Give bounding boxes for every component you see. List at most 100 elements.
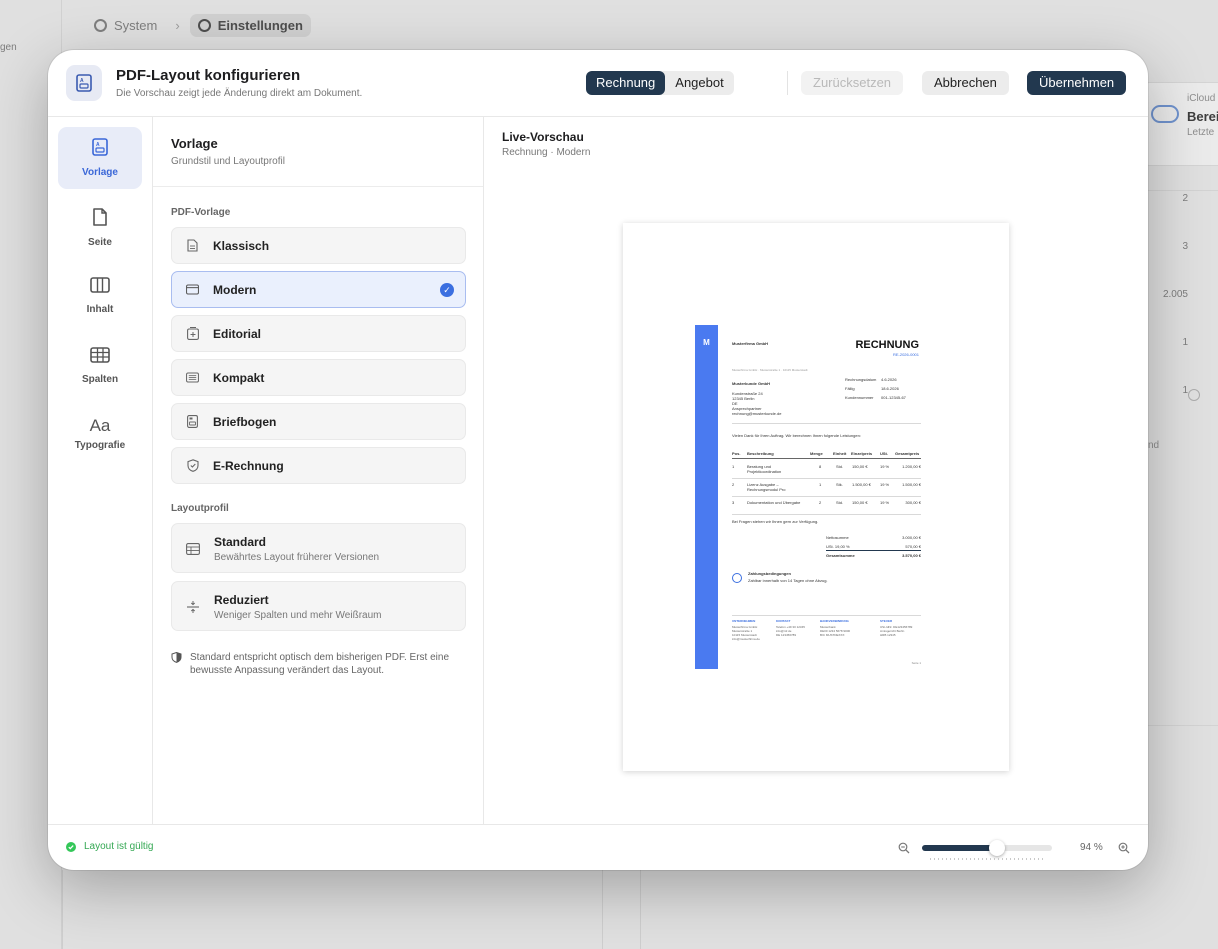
validation-status: Layout ist gültig: [66, 841, 154, 852]
template-icon: A: [92, 138, 108, 161]
total-key: Nettosumme: [826, 535, 849, 540]
doc-divider: [732, 423, 921, 424]
rail-label: Spalten: [81, 374, 119, 385]
table-header: USt.: [880, 451, 888, 456]
rail-label: Typografie: [74, 440, 126, 451]
pdf-layout-dialog: A PDF-Layout konfigurieren Die Vorschau …: [48, 50, 1148, 870]
table-cell: 300,00 €: [905, 500, 921, 505]
cancel-button[interactable]: Abbrechen: [922, 71, 1009, 95]
template-option-modern[interactable]: Modern ✓: [171, 271, 466, 308]
pdf-layout-icon: A: [66, 65, 102, 101]
table-cell: 1.500,00 €: [902, 482, 921, 487]
rail-item-vorlage[interactable]: A Vorlage: [58, 127, 142, 189]
total-rule: [826, 550, 921, 551]
doc-intro: Vielen Dank für Ihren Auftrag. Wir berec…: [732, 433, 861, 438]
doctype-rechnung[interactable]: Rechnung: [586, 71, 666, 95]
doc-meta-value: 18.6.2026: [881, 386, 899, 391]
footer-heading: UNTERNEHMEN: [732, 619, 756, 623]
table-cell: Beratung und Projektkoordination: [747, 464, 782, 474]
doc-meta-key: Fällig: [845, 386, 855, 391]
editorial-icon: [186, 327, 199, 340]
table-cell: Std.: [836, 500, 844, 505]
option-label: Briefbogen: [213, 414, 277, 429]
table-cell: 1: [819, 482, 822, 487]
note-text: Standard entspricht optisch dem bisherig…: [190, 652, 450, 676]
typography-icon: Aa: [89, 416, 111, 435]
rail-item-typografie[interactable]: Aa Typografie: [58, 403, 142, 465]
total-value: 3.000,00 €: [902, 535, 921, 540]
table-header: Einheit: [833, 451, 847, 456]
template-option-editorial[interactable]: Editorial: [171, 315, 466, 352]
option-label: Editorial: [213, 326, 262, 341]
zoom-ticks: [930, 858, 1046, 860]
profile-option-reduziert[interactable]: Reduziert Weniger Spalten und mehr Weißr…: [171, 581, 466, 631]
window-icon: [186, 283, 199, 296]
shield-half-icon: [171, 651, 182, 663]
profile-description: Bewährtes Layout früherer Versionen: [214, 552, 380, 563]
preview-title: Live-Vorschau: [502, 130, 584, 144]
zoom-slider-fill: [922, 845, 998, 851]
rail-label: Seite: [88, 237, 112, 248]
panel-subtitle: Grundstil und Layoutprofil: [171, 156, 285, 167]
doc-meta-key: Kundennummer: [845, 395, 874, 400]
table-cell: 19 %: [880, 500, 890, 505]
zoom-value: 94 %: [1080, 842, 1103, 853]
profile-title: Reduziert: [214, 593, 269, 607]
compact-list-icon: [186, 371, 199, 384]
panel-header: Vorlage Grundstil und Layoutprofil: [153, 117, 483, 187]
template-option-e-rechnung[interactable]: E-Rechnung: [171, 447, 466, 484]
dialog-header: A PDF-Layout konfigurieren Die Vorschau …: [48, 50, 1148, 117]
doctype-angebot[interactable]: Angebot: [665, 71, 733, 95]
table-cell: 1: [732, 464, 735, 469]
header-divider: [787, 71, 788, 95]
doc-meta-key: Rechnungsdatum: [845, 377, 877, 382]
settings-rail: A Vorlage Seite Inhalt Spalten Aa Typogr…: [48, 117, 153, 824]
table-cell: Std.: [836, 464, 844, 469]
zoom-out-icon[interactable]: [898, 841, 910, 859]
letterhead-icon: [186, 415, 199, 428]
table-cell: 8: [819, 464, 822, 469]
doc-after-table: Bei Fragen stehen wir Ihnen gern zur Ver…: [732, 519, 819, 524]
total-value: 3.570,00 €: [902, 553, 921, 558]
template-option-klassisch[interactable]: Klassisch: [171, 227, 466, 264]
reset-button[interactable]: Zurücksetzen: [801, 71, 904, 95]
live-preview-pane: Live-Vorschau Rechnung · Modern M Muster…: [484, 117, 1148, 824]
table-cell: Dokumentation und Übergabe: [747, 500, 801, 505]
doc-table-rule: [732, 514, 921, 515]
panel-title: Vorlage: [171, 136, 218, 151]
option-label: E-Rechnung: [213, 458, 284, 473]
footer-heading: KONTAKT: [776, 619, 791, 623]
table-cell: 1.500,00 €: [852, 482, 871, 487]
rail-item-seite[interactable]: Seite: [58, 197, 142, 259]
zoom-in-icon[interactable]: [1118, 841, 1130, 859]
shield-check-icon: [186, 459, 199, 472]
total-key: Gesamtsumme: [826, 553, 855, 558]
doc-recipient: rechnung@musterkunde.de: [732, 411, 782, 416]
profile-title: Standard: [214, 535, 267, 549]
doc-number: RE-2026-0001: [892, 352, 919, 357]
doc-footer-rule: [732, 615, 921, 616]
profile-description: Weniger Spalten und mehr Weißraum: [214, 610, 382, 621]
doc-heading: RECHNUNG: [855, 339, 919, 351]
apply-button[interactable]: Übernehmen: [1027, 71, 1127, 95]
accent-bar: [695, 325, 718, 669]
table-layout-icon: [186, 542, 200, 556]
payment-text: Zahlbar innerhalb von 14 Tagen ohne Abzu…: [748, 578, 828, 583]
template-option-briefbogen[interactable]: Briefbogen: [171, 403, 466, 440]
zoom-slider-knob[interactable]: [989, 840, 1006, 856]
zoom-slider[interactable]: [922, 840, 1052, 856]
doc-page-label: Seite 1: [911, 661, 921, 665]
table-icon: [90, 347, 110, 368]
table-cell: Stk.: [836, 482, 843, 487]
template-option-kompakt[interactable]: Kompakt: [171, 359, 466, 396]
rail-item-spalten[interactable]: Spalten: [58, 335, 142, 397]
doc-meta-value: 4.6.2026: [881, 377, 897, 382]
check-circle-icon: [66, 841, 76, 852]
dialog-footer: Layout ist gültig 94 %: [48, 824, 1148, 870]
table-cell: 2: [732, 482, 735, 487]
profile-note: Standard entspricht optisch dem bisherig…: [171, 651, 471, 677]
rail-item-inhalt[interactable]: Inhalt: [58, 265, 142, 327]
profile-option-standard[interactable]: Standard Bewährtes Layout früherer Versi…: [171, 523, 466, 573]
section-label-pdf-vorlage: PDF-Vorlage: [171, 207, 231, 218]
section-label-layoutprofil: Layoutprofil: [171, 503, 229, 514]
